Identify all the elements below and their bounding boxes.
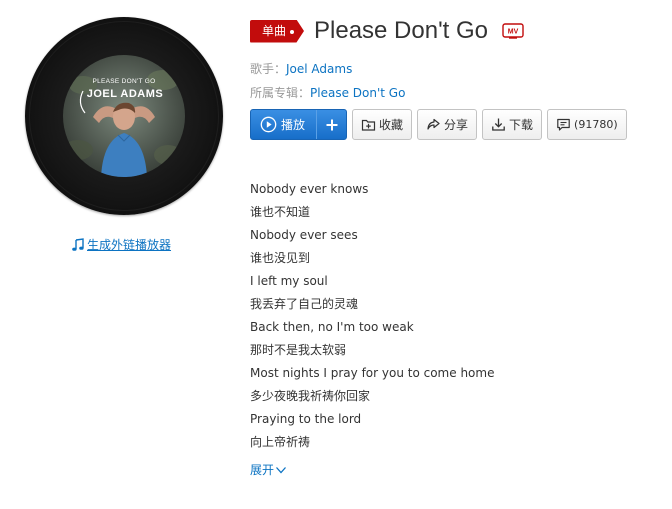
expand-lyrics-link[interactable]: 展开 <box>250 461 287 478</box>
album-cover-vinyl: PLEASE DON'T GO JOEL ADAMS <box>25 17 223 215</box>
singer-row: 歌手：Joel Adams <box>250 60 352 77</box>
album-link[interactable]: Please Don't Go <box>310 86 405 100</box>
svg-text:MV: MV <box>508 28 519 35</box>
lyric-line: Back then, no I'm too weak <box>250 320 414 334</box>
share-icon <box>427 118 440 130</box>
lyric-line: Nobody ever knows <box>250 182 369 196</box>
download-icon <box>492 118 505 131</box>
lyric-line: Most nights I pray for you to come home <box>250 366 495 380</box>
lyric-line: 谁也没见到 <box>250 251 311 265</box>
singer-link[interactable]: Joel Adams <box>286 62 352 76</box>
lyric-line: 多少夜晚我祈祷你回家 <box>250 389 371 403</box>
cover-text-song: PLEASE DON'T GO <box>92 78 155 85</box>
download-label: 下载 <box>509 118 534 132</box>
share-button[interactable]: 分享 <box>417 109 478 140</box>
comment-count: (91780) <box>574 118 618 131</box>
play-label: 播放 <box>281 118 306 132</box>
music-note-icon <box>72 237 84 251</box>
song-title: Please Don't Go <box>314 17 489 44</box>
album-cover-art: PLEASE DON'T GO JOEL ADAMS <box>63 55 185 177</box>
tag-dot <box>290 29 294 34</box>
download-button[interactable]: 下载 <box>482 109 543 140</box>
generate-player-label: 生成外链播放器 <box>87 238 172 252</box>
song-header: 单曲 Please Don't Go MV <box>250 16 524 46</box>
action-buttons: 播放 收藏 分享 下载 (91780) <box>250 109 627 140</box>
cover-text-artist: JOEL ADAMS <box>87 88 164 100</box>
album-row: 所属专辑：Please Don't Go <box>250 84 405 101</box>
lyrics-block: Nobody ever knows 谁也不知道 Nobody ever sees… <box>250 179 650 455</box>
play-button[interactable]: 播放 <box>251 110 316 139</box>
play-button-group: 播放 <box>250 109 347 140</box>
collect-icon <box>361 119 376 131</box>
plus-icon <box>326 119 337 130</box>
comment-button[interactable]: (91780) <box>547 109 627 140</box>
generate-player-link[interactable]: 生成外链播放器 <box>71 236 171 253</box>
chevron-down-icon <box>276 466 286 473</box>
song-type-tag: 单曲 <box>250 19 304 43</box>
lyric-line: 那时不是我太软弱 <box>250 343 347 357</box>
lyric-line: Praying to the lord <box>250 412 362 426</box>
expand-label: 展开 <box>250 463 275 477</box>
comment-icon <box>557 118 570 131</box>
share-label: 分享 <box>444 118 469 132</box>
collect-button[interactable]: 收藏 <box>352 109 413 140</box>
album-label: 所属专辑： <box>250 86 311 100</box>
lyric-line: 我丢弃了自己的灵魂 <box>250 297 359 311</box>
lyric-line: 向上帝祈祷 <box>250 435 311 449</box>
add-to-playlist-button[interactable] <box>316 110 346 139</box>
lyric-line: I left my soul <box>250 274 328 288</box>
lyric-line: 谁也不知道 <box>250 205 311 219</box>
collect-label: 收藏 <box>379 118 404 132</box>
album-cover-image: PLEASE DON'T GO JOEL ADAMS <box>63 55 185 177</box>
mv-icon[interactable]: MV <box>502 22 524 40</box>
lyric-line: Nobody ever sees <box>250 228 358 242</box>
singer-label: 歌手： <box>250 62 287 76</box>
play-icon <box>260 116 277 133</box>
song-type-label: 单曲 <box>262 23 287 38</box>
